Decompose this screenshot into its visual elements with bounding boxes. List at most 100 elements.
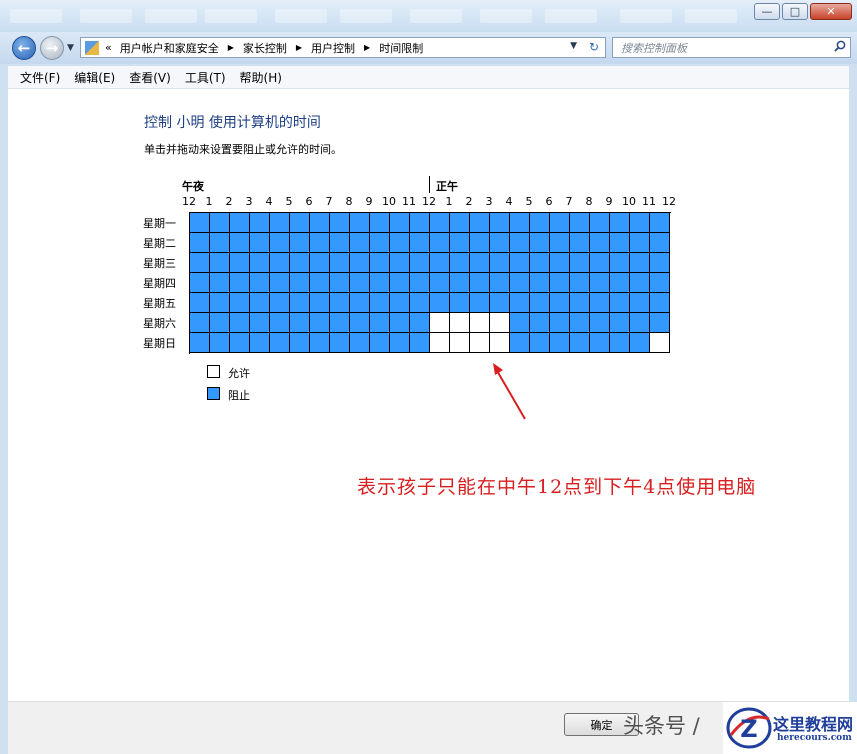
time-slot-blocked[interactable] <box>470 213 490 233</box>
time-slot-blocked[interactable] <box>430 253 450 273</box>
time-slot-allowed[interactable] <box>490 333 510 353</box>
time-slot-blocked[interactable] <box>530 333 550 353</box>
time-slot-blocked[interactable] <box>590 213 610 233</box>
time-slot-blocked[interactable] <box>650 253 670 273</box>
time-slot-blocked[interactable] <box>450 213 470 233</box>
time-slot-blocked[interactable] <box>330 313 350 333</box>
time-slot-blocked[interactable] <box>490 293 510 313</box>
search-input[interactable] <box>613 38 833 59</box>
time-slot-allowed[interactable] <box>650 333 670 353</box>
time-slot-blocked[interactable] <box>230 253 250 273</box>
time-slot-blocked[interactable] <box>310 253 330 273</box>
time-slot-allowed[interactable] <box>430 333 450 353</box>
minimize-button[interactable]: — <box>754 3 780 20</box>
close-button[interactable]: ✕ <box>810 3 852 20</box>
time-slot-blocked[interactable] <box>550 213 570 233</box>
time-slot-allowed[interactable] <box>490 313 510 333</box>
time-slot-blocked[interactable] <box>510 313 530 333</box>
time-slot-blocked[interactable] <box>290 333 310 353</box>
time-slot-blocked[interactable] <box>350 313 370 333</box>
time-slot-allowed[interactable] <box>430 313 450 333</box>
time-slot-blocked[interactable] <box>310 213 330 233</box>
time-slot-blocked[interactable] <box>370 213 390 233</box>
time-slot-blocked[interactable] <box>590 233 610 253</box>
time-slot-blocked[interactable] <box>630 313 650 333</box>
time-slot-blocked[interactable] <box>190 213 210 233</box>
time-slot-blocked[interactable] <box>530 213 550 233</box>
time-slot-blocked[interactable] <box>410 333 430 353</box>
time-slot-blocked[interactable] <box>610 213 630 233</box>
time-slot-blocked[interactable] <box>470 273 490 293</box>
time-slot-blocked[interactable] <box>290 313 310 333</box>
time-slot-blocked[interactable] <box>510 213 530 233</box>
forward-button[interactable]: → <box>40 36 64 60</box>
time-slot-blocked[interactable] <box>270 333 290 353</box>
back-button[interactable]: ← <box>12 36 36 60</box>
time-slot-blocked[interactable] <box>470 253 490 273</box>
time-slot-blocked[interactable] <box>250 213 270 233</box>
time-slot-blocked[interactable] <box>530 313 550 333</box>
time-slot-blocked[interactable] <box>230 233 250 253</box>
time-slot-blocked[interactable] <box>390 293 410 313</box>
time-slot-blocked[interactable] <box>250 313 270 333</box>
time-slot-blocked[interactable] <box>630 233 650 253</box>
breadcrumb-item-user-controls[interactable]: 用户控制 <box>311 40 355 56</box>
recent-pages-dropdown-icon[interactable]: ▼ <box>67 43 74 53</box>
time-slot-blocked[interactable] <box>250 333 270 353</box>
time-slot-blocked[interactable] <box>310 293 330 313</box>
time-slot-blocked[interactable] <box>550 273 570 293</box>
time-slot-blocked[interactable] <box>290 293 310 313</box>
time-slot-blocked[interactable] <box>490 213 510 233</box>
time-slot-blocked[interactable] <box>590 313 610 333</box>
time-slot-blocked[interactable] <box>210 313 230 333</box>
time-slot-blocked[interactable] <box>350 253 370 273</box>
time-slot-blocked[interactable] <box>230 213 250 233</box>
time-slot-blocked[interactable] <box>330 253 350 273</box>
time-slot-blocked[interactable] <box>490 253 510 273</box>
address-dropdown-icon[interactable]: ▼ <box>570 41 577 51</box>
time-slot-blocked[interactable] <box>370 313 390 333</box>
time-slot-blocked[interactable] <box>630 213 650 233</box>
time-slot-blocked[interactable] <box>190 293 210 313</box>
time-slot-blocked[interactable] <box>370 333 390 353</box>
time-slot-blocked[interactable] <box>410 313 430 333</box>
time-restriction-grid[interactable] <box>189 212 671 354</box>
time-slot-blocked[interactable] <box>430 273 450 293</box>
time-slot-blocked[interactable] <box>310 313 330 333</box>
time-slot-blocked[interactable] <box>370 273 390 293</box>
time-slot-blocked[interactable] <box>190 333 210 353</box>
time-slot-blocked[interactable] <box>350 273 370 293</box>
time-slot-blocked[interactable] <box>630 293 650 313</box>
time-slot-blocked[interactable] <box>570 233 590 253</box>
time-slot-blocked[interactable] <box>270 293 290 313</box>
time-slot-blocked[interactable] <box>330 213 350 233</box>
time-slot-blocked[interactable] <box>410 233 430 253</box>
breadcrumb-item-time-limits[interactable]: 时间限制 <box>379 40 423 56</box>
time-slot-blocked[interactable] <box>310 273 330 293</box>
time-slot-allowed[interactable] <box>470 313 490 333</box>
time-slot-blocked[interactable] <box>550 313 570 333</box>
time-slot-blocked[interactable] <box>630 253 650 273</box>
time-slot-blocked[interactable] <box>610 253 630 273</box>
time-slot-blocked[interactable] <box>650 273 670 293</box>
time-slot-blocked[interactable] <box>590 333 610 353</box>
time-slot-blocked[interactable] <box>570 293 590 313</box>
chevron-right-icon[interactable]: ▶ <box>228 43 234 52</box>
time-slot-blocked[interactable] <box>410 213 430 233</box>
time-slot-blocked[interactable] <box>290 273 310 293</box>
time-slot-blocked[interactable] <box>630 273 650 293</box>
time-slot-blocked[interactable] <box>610 273 630 293</box>
menu-edit[interactable]: 编辑(E) <box>72 69 117 86</box>
time-slot-blocked[interactable] <box>390 253 410 273</box>
time-slot-blocked[interactable] <box>510 273 530 293</box>
time-slot-allowed[interactable] <box>450 313 470 333</box>
time-slot-blocked[interactable] <box>210 273 230 293</box>
time-slot-blocked[interactable] <box>210 213 230 233</box>
time-slot-blocked[interactable] <box>390 273 410 293</box>
time-slot-blocked[interactable] <box>310 333 330 353</box>
time-slot-blocked[interactable] <box>470 233 490 253</box>
time-slot-blocked[interactable] <box>250 233 270 253</box>
time-slot-blocked[interactable] <box>410 273 430 293</box>
time-slot-allowed[interactable] <box>470 333 490 353</box>
time-slot-blocked[interactable] <box>350 293 370 313</box>
